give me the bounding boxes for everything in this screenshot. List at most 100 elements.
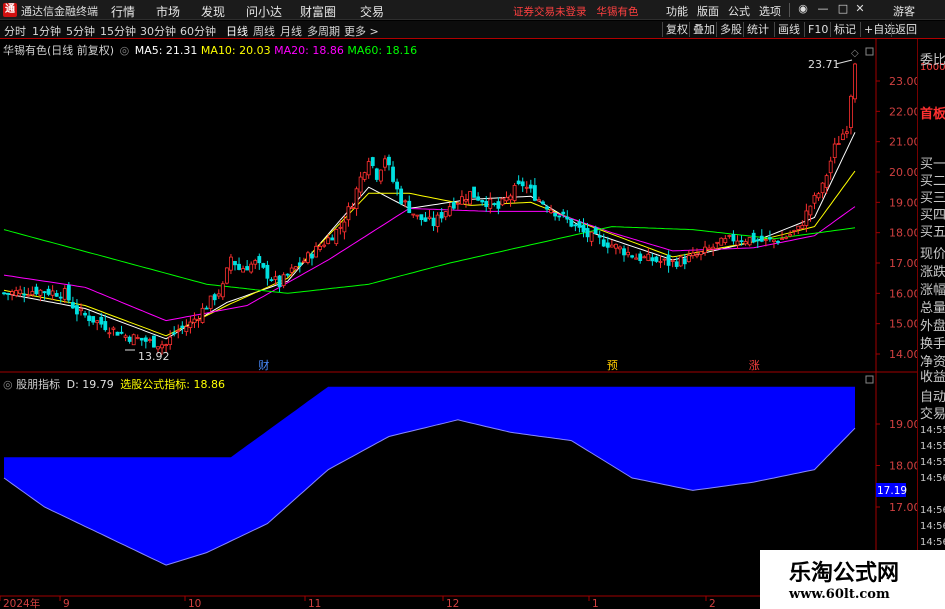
candle-body [30,291,35,296]
candle-body [849,95,853,128]
period-timeshare[interactable]: 分时 [4,23,26,39]
chevron-right-icon: > [369,25,379,38]
side-label-trade[interactable]: 交易 [920,403,945,422]
ma60-line [3,226,856,294]
candle-body [172,332,177,335]
candle-body [686,255,691,263]
tick-time: 14:56 [920,473,945,484]
candle-body [285,273,290,276]
side-label-turnover: 换手 [920,337,945,352]
candle-body [496,201,501,209]
menu-formula[interactable]: 公式 [728,3,750,19]
candle-body [488,198,493,209]
indicator-current-value: 17.19 [877,485,907,497]
candle-body [419,214,424,221]
guest-label[interactable]: 游客 [893,3,915,19]
user-icon[interactable]: ◉ [796,2,810,16]
candle-body [180,325,185,329]
period-1min[interactable]: 1分钟 [32,23,61,39]
pane-max-icon [865,47,874,56]
candle-body [844,131,849,134]
candle-body [119,331,124,334]
x-tick-label: 2 [709,598,716,609]
candle-body [630,255,635,258]
y-tick-label: 19.00 [889,196,917,209]
period-60min[interactable]: 60分钟 [180,23,216,39]
event-marker: 涨 [749,359,760,372]
menu-discover[interactable]: 发现 [201,3,225,20]
period-more[interactable]: 更多 > [344,23,379,39]
candle-body [107,332,112,335]
period-daily[interactable]: 日线 [226,23,248,39]
candle-body [200,307,205,323]
back-button[interactable]: 返回 [891,22,920,37]
candle-body [605,242,610,248]
statistics-button[interactable]: 统计 [743,22,772,37]
menu-function[interactable]: 功能 [666,3,688,19]
title-bar: 通 通达信金融终端 行情 市场 发现 问小达 财富圈 交易 证券交易未登录 华锡… [0,0,945,20]
menu-layout[interactable]: 版面 [697,3,719,19]
f10-button[interactable]: F10 [804,22,831,37]
period-30min[interactable]: 30分钟 [140,23,176,39]
menu-wealth-circle[interactable]: 财富圈 [300,3,336,20]
candle-body [261,263,266,268]
candle-body [476,196,481,201]
candle-body [800,224,805,229]
candle-body [378,169,383,182]
candle-body [832,143,837,158]
settings-icon[interactable]: ◎ [3,378,13,391]
candle-body [788,234,793,237]
candle-body [229,256,233,271]
period-15min[interactable]: 15分钟 [100,23,136,39]
menu-market[interactable]: 市场 [156,3,180,20]
chart-area[interactable]: ◇ 14.00 15.00 16.00 17.00 18.00 19.00 20.00 21.0… [0,39,917,609]
close-icon[interactable]: ✕ [853,2,867,16]
candle-body [411,213,416,216]
candle-body [593,227,598,235]
menu-trade[interactable]: 交易 [360,3,384,20]
settings-icon[interactable]: ◎ [120,44,130,57]
period-weekly[interactable]: 周线 [253,23,275,39]
draw-line-button[interactable]: 画线 [774,22,803,37]
app-title: 通达信金融终端 [21,5,98,18]
ma10-line [3,170,856,337]
menu-quotes[interactable]: 行情 [111,3,135,20]
candle-body [273,276,278,280]
multi-stock-button[interactable]: 多股 [716,22,745,37]
candle-body [707,247,712,250]
candle-body [160,344,164,349]
ma10-label: MA10: 20.03 [200,44,271,57]
menu-options[interactable]: 选项 [759,3,781,19]
maximize-icon[interactable]: □ [836,2,850,16]
candle-body [212,294,217,301]
side-label-bid5: 买五 [920,225,945,240]
period-monthly[interactable]: 月线 [280,23,302,39]
candle-body [399,188,404,204]
minimize-icon[interactable]: — [816,2,830,16]
candle-body [670,259,675,262]
candle-body [168,336,173,346]
overlay-button[interactable]: 叠加 [689,22,718,37]
mark-button[interactable]: 标记 [830,22,859,37]
candle-body [176,330,181,332]
candle-body [423,217,428,222]
candle-body [147,339,152,341]
adjust-button[interactable]: 复权 [662,22,691,37]
period-5min[interactable]: 5分钟 [66,23,95,39]
trade-login-notice[interactable]: 证券交易未登录 华锡有色 [513,4,639,19]
indicator-name[interactable]: 股朋指标 [16,378,60,391]
candle-body [34,286,39,295]
indicator-formula-label: 选股公式指标: 18.86 [120,378,225,391]
candle-body [427,216,432,219]
period-multi[interactable]: 多周期 [307,23,340,39]
candle-body [346,206,351,221]
candle-body [95,320,100,324]
candle-body [853,63,857,100]
menu-ask[interactable]: 问小达 [246,3,282,20]
candle-body [306,252,310,263]
candle-body [755,239,760,242]
period-toolbar: 分时 1分钟 5分钟 15分钟 30分钟 60分钟 日线 周线 月线 多周期 更… [0,21,945,39]
candle-body [196,318,201,321]
candle-body [391,166,395,182]
candle-body [2,292,6,295]
